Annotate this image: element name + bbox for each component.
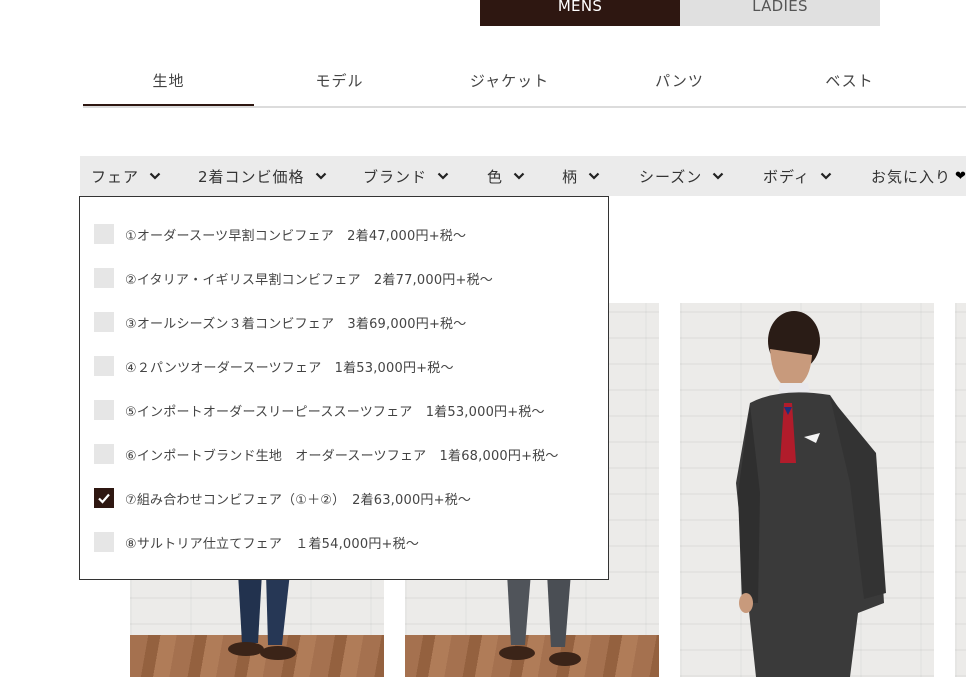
fair-option-label: ⑤インポートオーダースリーピーススーツフェア 1着53,000円+税～ xyxy=(125,404,545,420)
filter-label: ブランド xyxy=(363,167,428,186)
filter-favorites[interactable]: お気に入り ❤ xyxy=(871,156,966,196)
fair-option[interactable]: ③オールシーズン３着コンビフェア 3着69,000円+税～ xyxy=(94,311,466,333)
chevron-down-icon xyxy=(315,172,326,180)
fair-option[interactable]: ⑤インポートオーダースリーピーススーツフェア 1着53,000円+税～ xyxy=(94,399,545,421)
checkbox[interactable] xyxy=(94,532,114,552)
fair-option[interactable]: ④２パンツオーダースーツフェア 1着53,000円+税～ xyxy=(94,355,454,377)
tab-model[interactable]: モデル xyxy=(254,56,425,104)
checkbox-checked[interactable] xyxy=(94,488,114,508)
filter-color[interactable]: 色 xyxy=(487,156,525,196)
filter-label: お気に入り xyxy=(871,167,952,186)
fair-option-label: ④２パンツオーダースーツフェア 1着53,000円+税～ xyxy=(125,360,454,376)
fair-option-label: ③オールシーズン３着コンビフェア 3着69,000円+税～ xyxy=(125,316,467,332)
product-image[interactable] xyxy=(955,303,966,677)
chevron-down-icon xyxy=(149,172,161,180)
ladies-tab[interactable]: LADIES xyxy=(680,0,880,26)
tab-jacket[interactable]: ジャケット xyxy=(424,56,595,104)
product-image[interactable] xyxy=(680,303,934,677)
heart-icon: ❤ xyxy=(955,168,966,184)
checkbox[interactable] xyxy=(94,268,114,288)
filter-label: 2着コンビ価格 xyxy=(198,167,305,186)
fair-option[interactable]: ⑧サルトリア仕立てフェア １着54,000円+税～ xyxy=(94,531,419,553)
chevron-down-icon xyxy=(820,172,832,180)
filter-combi-price[interactable]: 2着コンビ価格 xyxy=(198,156,327,196)
chevron-down-icon xyxy=(513,172,525,180)
checkbox[interactable] xyxy=(94,312,114,332)
fair-option-label: ⑥インポートブランド生地 オーダースーツフェア 1着68,000円+税～ xyxy=(125,448,559,464)
fair-option-label: ⑧サルトリア仕立てフェア １着54,000円+税～ xyxy=(125,536,420,552)
filter-body[interactable]: ボディ xyxy=(763,156,832,196)
chevron-down-icon xyxy=(588,172,600,180)
fair-option-label: ①オーダースーツ早割コンビフェア 2着47,000円+税～ xyxy=(125,228,467,244)
fair-dropdown: ①オーダースーツ早割コンビフェア 2着47,000円+税～ ②イタリア・イギリス… xyxy=(79,196,609,580)
filter-label: ボディ xyxy=(763,167,810,186)
checkbox[interactable] xyxy=(94,224,114,244)
checkbox[interactable] xyxy=(94,444,114,464)
checkbox[interactable] xyxy=(94,356,114,376)
tab-vest[interactable]: ベスト xyxy=(764,56,935,104)
chevron-down-icon xyxy=(437,172,449,180)
check-icon xyxy=(98,493,110,504)
checkbox[interactable] xyxy=(94,400,114,420)
filter-brand[interactable]: ブランド xyxy=(363,156,449,196)
filter-label: 柄 xyxy=(562,167,579,186)
tab-fabric[interactable]: 生地 xyxy=(83,56,254,106)
filter-label: 色 xyxy=(487,167,504,186)
fair-option-label: ②イタリア・イギリス早割コンビフェア 2着77,000円+税～ xyxy=(125,272,493,288)
filter-season[interactable]: シーズン xyxy=(639,156,724,196)
filter-fair[interactable]: フェア xyxy=(91,156,161,196)
chevron-down-icon xyxy=(712,172,724,180)
mens-tab[interactable]: MENS xyxy=(480,0,680,26)
filter-label: シーズン xyxy=(639,167,703,186)
fair-option-label: ⑦組み合わせコンビフェア（①＋②） 2着63,000円+税～ xyxy=(125,492,472,508)
gender-toggle: MENS LADIES xyxy=(480,0,880,26)
filter-bar: フェア 2着コンビ価格 ブランド 色 柄 シーズン ボディ お気に入り ❤ xyxy=(80,156,966,196)
model-suit-image xyxy=(736,311,886,677)
filter-pattern[interactable]: 柄 xyxy=(562,156,600,196)
category-tabs: 生地 モデル ジャケット パンツ ベスト xyxy=(83,56,966,108)
fair-option[interactable]: ⑥インポートブランド生地 オーダースーツフェア 1着68,000円+税～ xyxy=(94,443,559,465)
tab-pants[interactable]: パンツ xyxy=(594,56,765,104)
filter-label: フェア xyxy=(91,167,140,186)
fair-option[interactable]: ⑦組み合わせコンビフェア（①＋②） 2着63,000円+税～ xyxy=(94,487,471,509)
fair-option[interactable]: ②イタリア・イギリス早割コンビフェア 2着77,000円+税～ xyxy=(94,267,493,289)
fair-option[interactable]: ①オーダースーツ早割コンビフェア 2着47,000円+税～ xyxy=(94,223,466,245)
